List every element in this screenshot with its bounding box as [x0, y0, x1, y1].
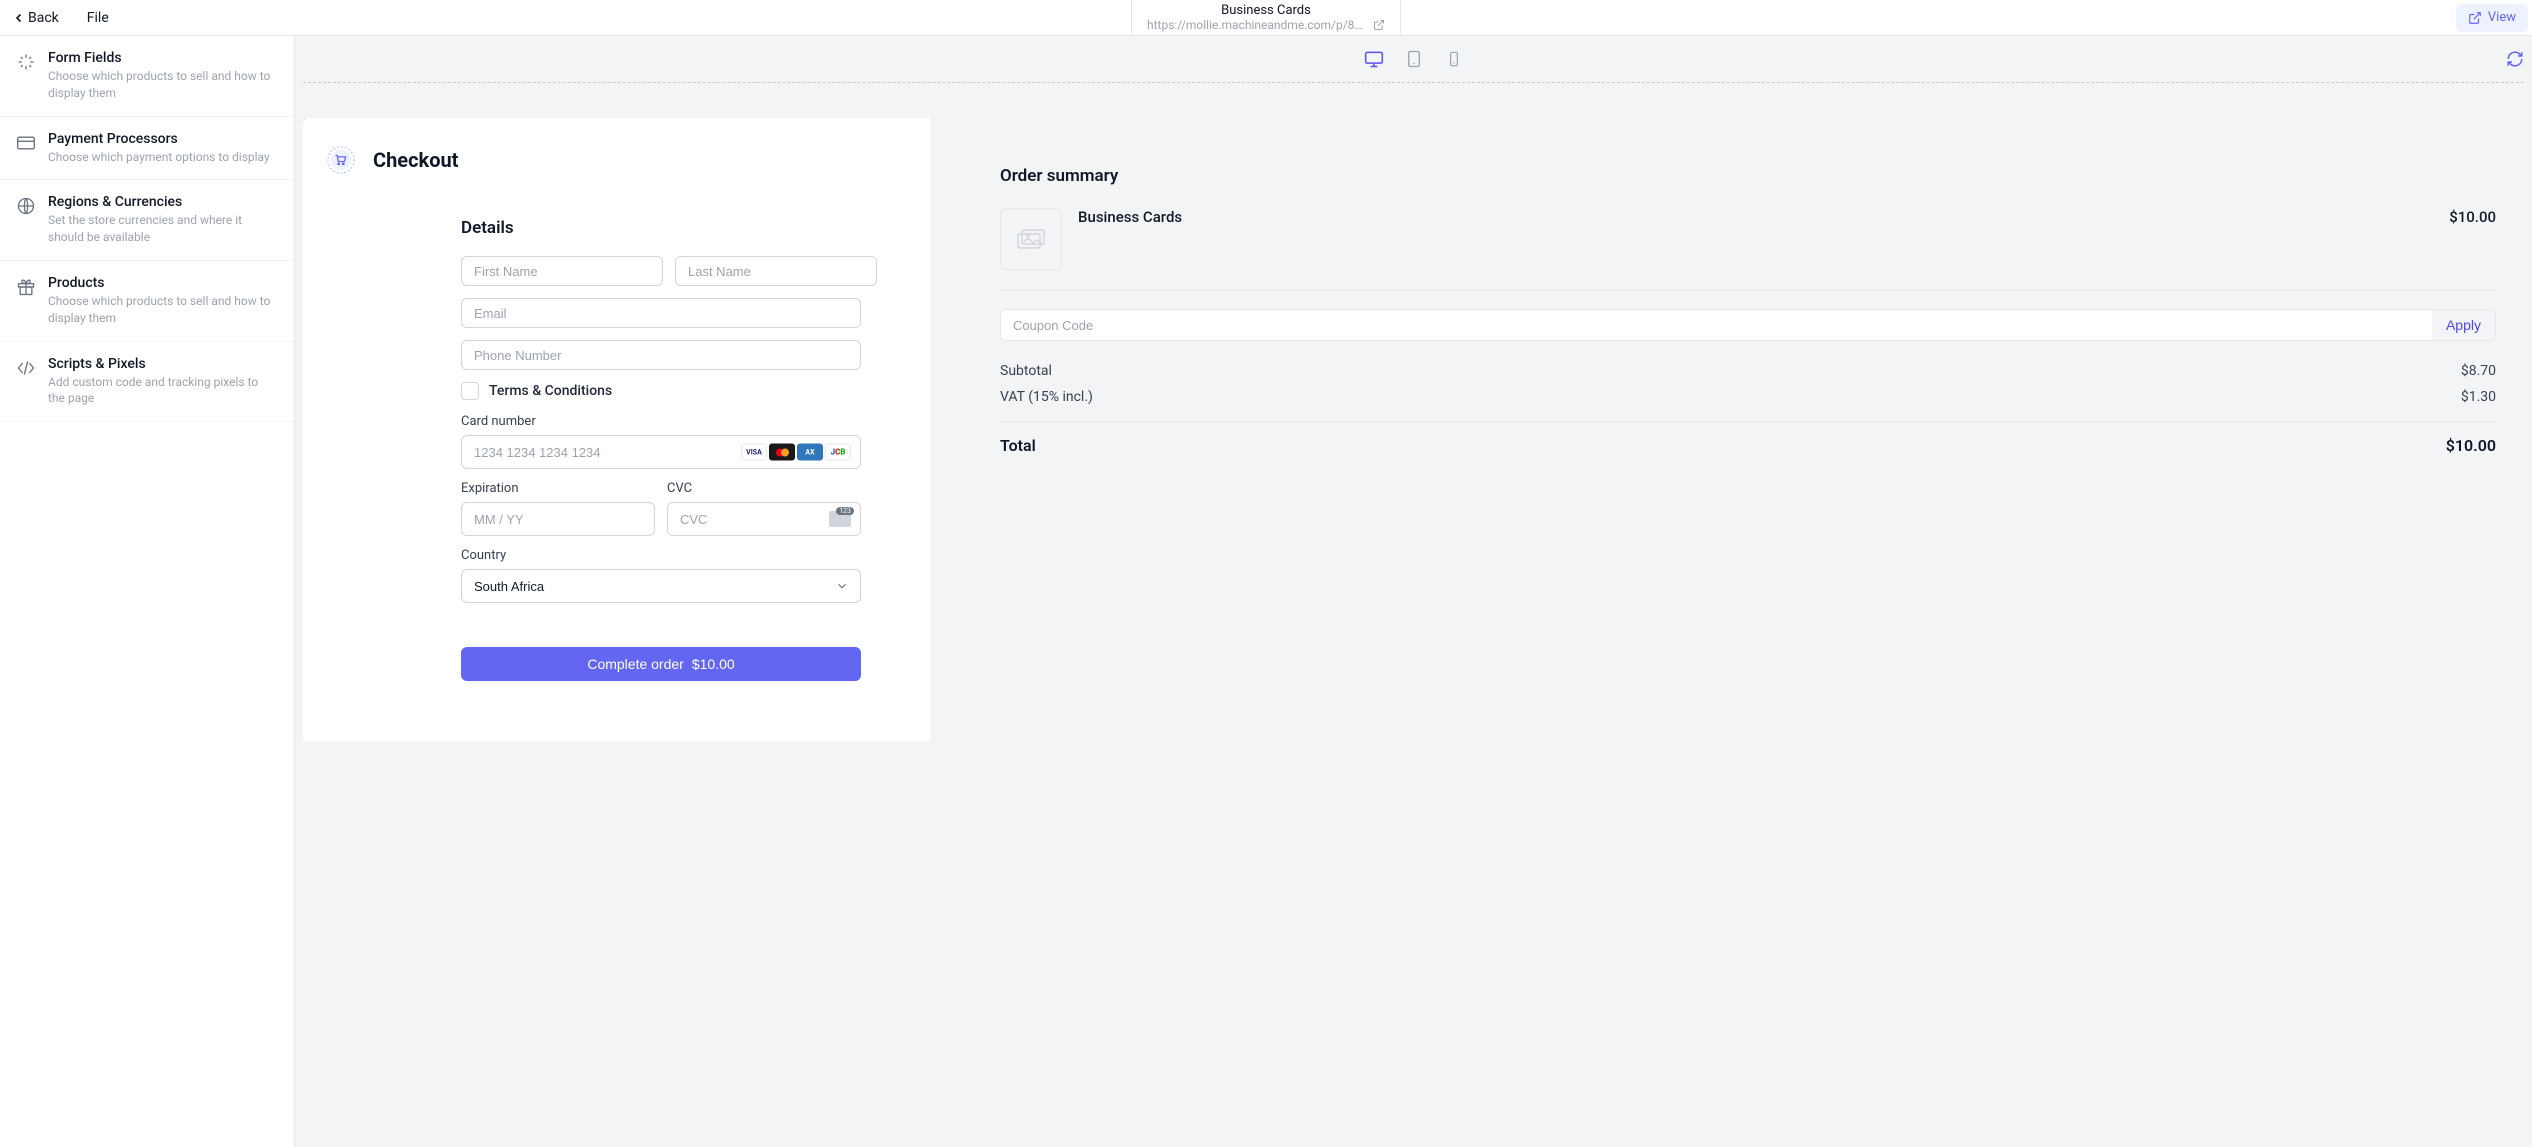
checkout-preview: Checkout Details [303, 118, 930, 741]
preview-scroll[interactable]: Checkout Details [303, 118, 2532, 1147]
file-menu[interactable]: File [87, 10, 109, 26]
summary-product-row: Business Cards $10.00 [1000, 208, 2496, 291]
sidebar-item-label: Payment Processors [48, 131, 270, 147]
sidebar-item-label: Scripts & Pixels [48, 356, 278, 372]
chevron-left-icon [14, 13, 24, 23]
email-input[interactable] [461, 298, 861, 328]
summary-heading: Order summary [1000, 166, 2496, 186]
sidebar-item-scripts-pixels[interactable]: Scripts & Pixels Add custom code and tra… [0, 342, 294, 423]
back-label: Back [28, 10, 59, 26]
vat-label: VAT (15% incl.) [1000, 389, 1093, 405]
sidebar-item-desc: Set the store currencies and where it sh… [48, 212, 278, 246]
product-price: $10.00 [2449, 208, 2496, 226]
sidebar-item-payment-processors[interactable]: Payment Processors Choose which payment … [0, 117, 294, 181]
phone-input[interactable] [461, 340, 861, 370]
card-brand-icons: VISA AX JCB [741, 444, 851, 461]
sidebar-item-regions-currencies[interactable]: Regions & Currencies Set the store curre… [0, 180, 294, 261]
cart-badge-icon [323, 142, 359, 178]
globe-icon [16, 196, 36, 216]
vat-row: VAT (15% incl.) $1.30 [1000, 389, 2496, 405]
coupon-row: Apply [1000, 309, 2496, 341]
coupon-input[interactable] [1001, 310, 2432, 340]
device-tablet-button[interactable] [1403, 48, 1425, 70]
expiration-input[interactable] [461, 502, 655, 536]
product-image-placeholder [1000, 208, 1062, 270]
external-link-icon [2468, 11, 2482, 25]
complete-order-label: Complete order [587, 656, 684, 672]
sidebar-item-label: Regions & Currencies [48, 194, 278, 210]
product-name: Business Cards [1078, 208, 2433, 226]
checkout-heading: Checkout [373, 148, 458, 172]
subtotal-label: Subtotal [1000, 363, 1052, 379]
sidebar-item-desc: Choose which products to sell and how to… [48, 293, 278, 327]
total-row: Total $10.00 [1000, 421, 2496, 455]
last-name-input[interactable] [675, 256, 877, 286]
sparkle-icon [16, 52, 36, 72]
details-heading: Details [461, 218, 861, 238]
country-select[interactable] [461, 569, 861, 603]
terms-label: Terms & Conditions [489, 383, 612, 399]
sidebar-item-form-fields[interactable]: Form Fields Choose which products to sel… [0, 36, 294, 117]
view-label: View [2488, 10, 2516, 25]
device-switcher [295, 36, 2532, 82]
cvc-card-icon [829, 511, 851, 527]
refresh-button[interactable] [2506, 50, 2524, 68]
credit-card-icon [16, 133, 36, 153]
complete-order-button[interactable]: Complete order $10.00 [461, 647, 861, 681]
code-icon [16, 358, 36, 378]
card-number-label: Card number [461, 414, 861, 429]
sidebar-item-desc: Choose which payment options to display [48, 149, 270, 166]
back-button[interactable]: Back [14, 10, 59, 26]
sidebar: Form Fields Choose which products to sel… [0, 36, 295, 1147]
cvc-label: CVC [667, 481, 861, 496]
total-value: $10.00 [2446, 436, 2496, 455]
total-label: Total [1000, 436, 1036, 455]
terms-checkbox[interactable] [461, 382, 479, 400]
page-url: https://mollie.machineandme.com/p/8p5td1… [1147, 18, 1367, 32]
country-label: Country [461, 548, 861, 563]
subtotal-row: Subtotal $8.70 [1000, 363, 2496, 379]
view-button[interactable]: View [2456, 4, 2528, 32]
device-desktop-button[interactable] [1363, 48, 1385, 70]
subtotal-value: $8.70 [2461, 363, 2496, 379]
order-summary: Order summary Business Cards $10.00 Appl… [930, 118, 2532, 455]
topbar: Back File Business Cards https://mollie.… [0, 0, 2532, 36]
sidebar-item-label: Form Fields [48, 50, 278, 66]
sidebar-item-products[interactable]: Products Choose which products to sell a… [0, 261, 294, 342]
first-name-input[interactable] [461, 256, 663, 286]
sidebar-item-desc: Choose which products to sell and how to… [48, 68, 278, 102]
device-mobile-button[interactable] [1443, 48, 1465, 70]
external-link-icon[interactable] [1373, 19, 1385, 31]
sidebar-item-label: Products [48, 275, 278, 291]
sidebar-item-desc: Add custom code and tracking pixels to t… [48, 374, 278, 408]
page-title: Business Cards [1221, 3, 1311, 19]
page-url-display: Business Cards https://mollie.machineand… [1131, 0, 1401, 35]
preview-canvas: Checkout Details [295, 36, 2532, 1147]
apply-coupon-button[interactable]: Apply [2432, 310, 2495, 340]
gift-icon [16, 277, 36, 297]
expiration-label: Expiration [461, 481, 655, 496]
vat-value: $1.30 [2461, 389, 2496, 405]
complete-order-amount: $10.00 [692, 656, 735, 672]
